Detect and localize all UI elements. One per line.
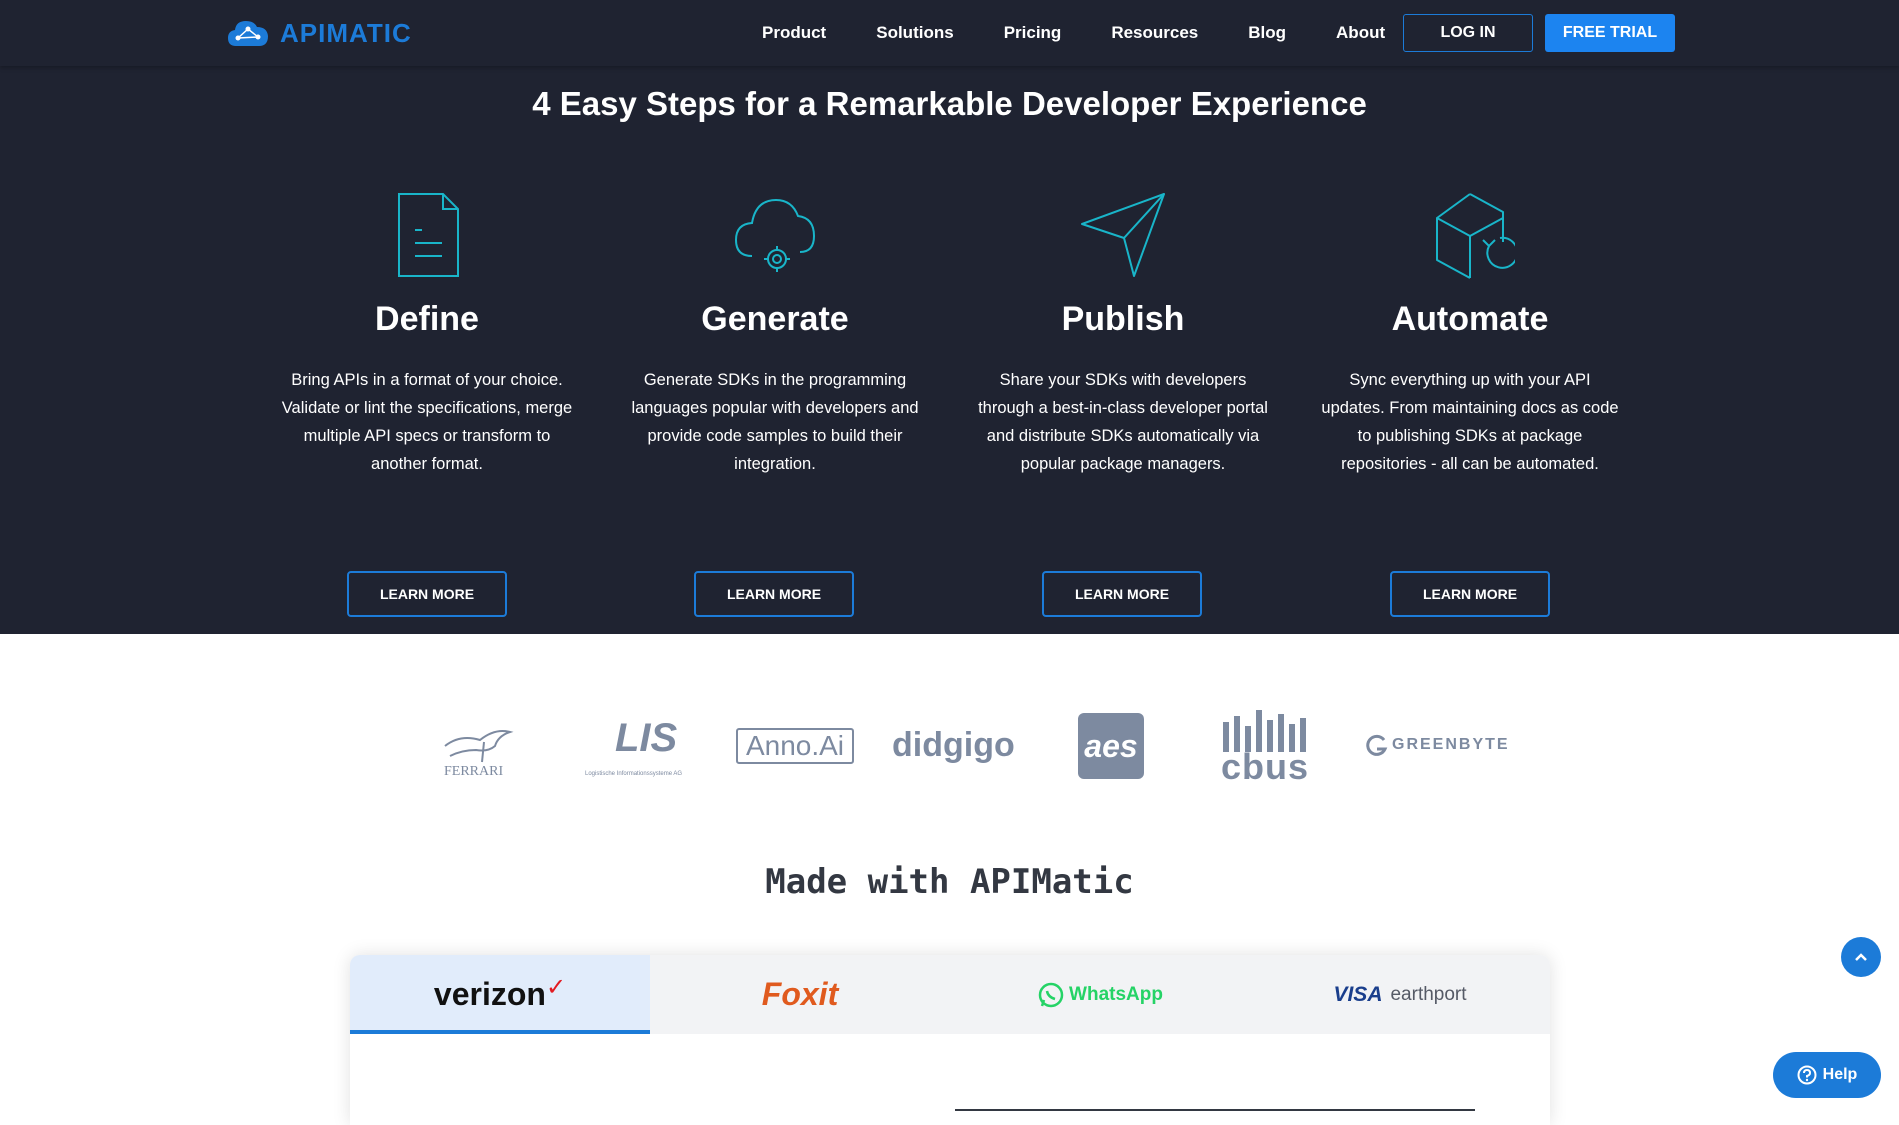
foxit-logo: Foxit <box>761 976 839 1012</box>
tab-foxit[interactable]: Foxit <box>650 955 950 1034</box>
earthport-logo: earthport <box>1390 983 1467 1005</box>
aes-text: aes <box>1084 727 1138 764</box>
tab-verizon[interactable]: verizon ✓ <box>350 955 650 1034</box>
lis-logo: LIS Logistische Informationssysteme AG <box>585 716 690 786</box>
step-title: Define <box>375 300 479 338</box>
step-title: Publish <box>1061 300 1185 338</box>
showcase-content-divider <box>955 1109 1475 1111</box>
main-nav: Product Solutions Pricing Resources Blog… <box>762 0 1435 66</box>
cbus-text: cbus <box>1221 746 1310 787</box>
nav-pricing[interactable]: Pricing <box>1004 23 1062 43</box>
didgigo-text: didgigo <box>892 726 1015 764</box>
tab-whatsapp[interactable]: WhatsApp <box>950 955 1250 1034</box>
greenbyte-logo: GREENBYTE <box>1366 734 1510 756</box>
learn-more-define-button[interactable]: LEARN MORE <box>347 571 507 617</box>
nav-solutions[interactable]: Solutions <box>876 23 953 43</box>
cloud-logo-icon <box>228 21 268 46</box>
whatsapp-logo: WhatsApp <box>1069 983 1163 1005</box>
greenbyte-g-icon <box>1366 734 1388 756</box>
help-button[interactable]: Help <box>1773 1052 1881 1098</box>
apimatic-logo[interactable]: APIMATIC <box>226 14 412 52</box>
nav-blog[interactable]: Blog <box>1248 23 1286 43</box>
anno-ai-logo: Anno.Ai <box>736 728 854 764</box>
anno-ai-text: Anno.Ai <box>745 730 845 761</box>
cube-refresh-icon <box>1436 193 1515 279</box>
ferrari-text: FERRARI <box>444 764 504 779</box>
section-title: 4 Easy Steps for a Remarkable Developer … <box>532 85 1367 122</box>
free-trial-button[interactable]: FREE TRIAL <box>1545 14 1675 52</box>
step-automate: Automate Sync everything up with your AP… <box>1320 190 1620 486</box>
step-description: Share your SDKs with developers through … <box>978 371 1268 473</box>
top-navbar: APIMATIC Product Solutions Pricing Resou… <box>0 0 1899 66</box>
whatsapp-icon <box>1038 982 1064 1007</box>
steps-section: 4 Easy Steps for a Remarkable Developer … <box>0 66 1899 634</box>
greenbyte-text: GREENBYTE <box>1392 736 1510 753</box>
learn-more-automate-button[interactable]: LEARN MORE <box>1390 571 1550 617</box>
didgigo-logo: didgigo <box>892 726 1015 765</box>
step-generate: Generate Generate SDKs in the programmin… <box>625 190 925 486</box>
step-description: Generate SDKs in the programming languag… <box>631 371 919 473</box>
lis-subtitle: Logistische Informationssysteme AG <box>585 771 683 777</box>
question-icon <box>1797 1065 1817 1085</box>
logo-text: APIMATIC <box>280 17 412 48</box>
checkmark-icon: ✓ <box>545 974 567 1001</box>
visa-logo: VISA <box>1333 982 1383 1006</box>
client-logos: FERRARI LIS Logistische Informationssyst… <box>0 700 1899 790</box>
scroll-to-top-button[interactable] <box>1841 937 1881 977</box>
made-with-title: Made with APIMatic <box>765 862 1134 902</box>
nav-about[interactable]: About <box>1336 23 1385 43</box>
cloud-gear-icon <box>734 198 816 272</box>
tab-visa-earthport[interactable]: VISA earthport <box>1250 955 1550 1034</box>
showcase-card: verizon ✓ Foxit WhatsApp VISA earthport <box>350 955 1550 1125</box>
nav-resources[interactable]: Resources <box>1111 23 1198 43</box>
paper-plane-icon <box>1081 193 1165 277</box>
nav-product[interactable]: Product <box>762 23 826 43</box>
learn-more-generate-button[interactable]: LEARN MORE <box>694 571 854 617</box>
step-description: Sync everything up with your API updates… <box>1321 371 1619 473</box>
step-title: Generate <box>701 300 849 338</box>
cbus-logo: cbus <box>1221 708 1317 788</box>
document-icon <box>398 193 459 277</box>
chevron-up-icon <box>1855 953 1867 961</box>
step-description: Bring APIs in a format of your choice. V… <box>281 371 573 473</box>
lis-text: LIS <box>615 716 678 760</box>
aes-logo: aes <box>1078 713 1144 779</box>
login-button[interactable]: LOG IN <box>1403 14 1533 52</box>
learn-more-publish-button[interactable]: LEARN MORE <box>1042 571 1202 617</box>
showcase-tabs: verizon ✓ Foxit WhatsApp VISA earthport <box>350 955 1550 1034</box>
ferrari-logo: FERRARI <box>440 718 520 779</box>
verizon-logo: verizon <box>433 976 546 1012</box>
step-title: Automate <box>1391 300 1549 338</box>
step-publish: Publish Share your SDKs with developers … <box>973 190 1273 486</box>
step-define: Define Bring APIs in a format of your ch… <box>277 190 577 486</box>
help-label: Help <box>1822 1066 1858 1083</box>
